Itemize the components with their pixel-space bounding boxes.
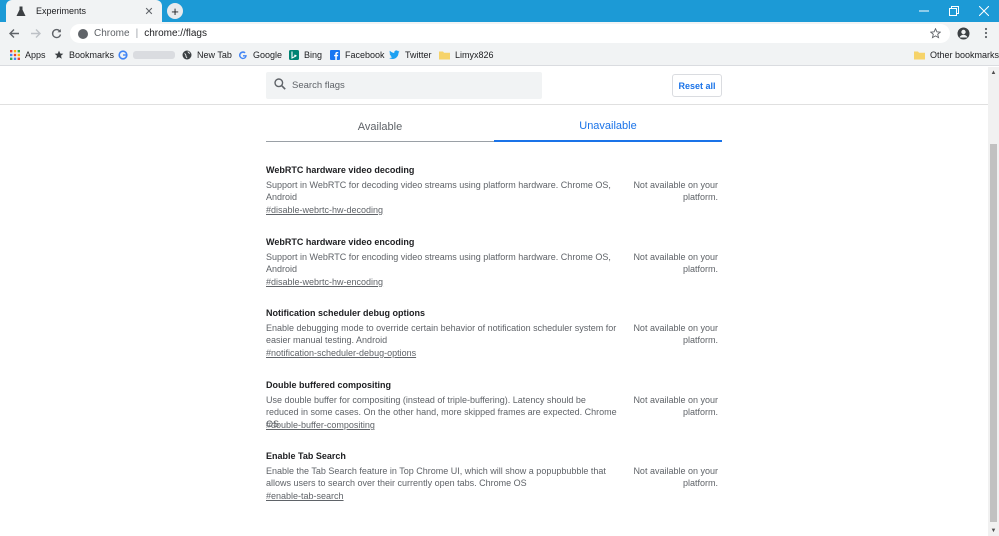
flag-permalink[interactable]: #disable-webrtc-hw-encoding [266, 277, 383, 287]
back-icon[interactable] [5, 24, 23, 42]
flag-status: Not available on your platform. [633, 323, 718, 345]
flag-permalink[interactable]: #enable-tab-search [266, 491, 344, 501]
flask-icon [14, 4, 28, 18]
bookmark-label: Apps [25, 50, 46, 60]
bing-icon [288, 50, 299, 61]
bookmark-label: Bing [304, 50, 323, 60]
bookmark-twitter[interactable]: Twitter [389, 48, 432, 62]
flag-permalink[interactable]: #notification-scheduler-debug-options [266, 348, 416, 358]
address-bar[interactable]: Chrome | chrome://flags [70, 24, 950, 43]
flag-status: Not available on your platform. [633, 252, 718, 274]
reload-icon[interactable] [47, 24, 65, 42]
tab-available[interactable]: Available [266, 112, 494, 142]
flag-title: WebRTC hardware video decoding [266, 165, 415, 175]
bookmark-google[interactable]: Google [237, 48, 282, 62]
google-icon [117, 50, 128, 61]
flag-status: Not available on your platform. [633, 180, 718, 202]
bookmark-label: Facebook [345, 50, 385, 60]
page-scrollbar[interactable]: ▲ ▼ [988, 67, 999, 536]
globe-icon [181, 50, 192, 61]
flags-tabs: Available Unavailable [266, 112, 722, 142]
star-icon [53, 50, 64, 61]
search-flags-box[interactable] [266, 72, 542, 99]
flag-item: Enable Tab Search Enable the Tab Search … [266, 451, 722, 501]
flag-title: Enable Tab Search [266, 451, 346, 461]
title-bar: Experiments ✕ + [0, 0, 999, 22]
omnibox-origin: Chrome [94, 28, 130, 39]
folder-icon [439, 50, 450, 61]
minimize-icon[interactable] [909, 0, 939, 22]
flag-permalink[interactable]: #disable-webrtc-hw-decoding [266, 205, 383, 215]
search-flags-input[interactable] [292, 80, 522, 91]
new-tab-button[interactable]: + [167, 3, 183, 19]
folder-icon [914, 50, 925, 61]
other-bookmarks-folder[interactable]: Other bookmarks [914, 48, 999, 62]
apps-grid-icon [9, 50, 20, 61]
google-icon [237, 50, 248, 61]
forward-icon[interactable] [26, 24, 44, 42]
bookmark-apps[interactable]: Apps [9, 48, 46, 62]
flag-status: Not available on your platform. [633, 395, 718, 417]
more-menu-icon[interactable] [977, 24, 995, 42]
omnibox-url[interactable]: chrome://flags [144, 28, 928, 39]
flags-page: Reset all Available Unavailable WebRTC h… [0, 67, 988, 536]
bookmark-label: Google [253, 50, 283, 60]
omnibox-separator: | [135, 28, 139, 39]
bookmark-folder-limyx826[interactable]: Limyx826 [439, 48, 494, 62]
flags-header: Reset all [0, 67, 988, 105]
search-icon [274, 77, 286, 95]
chrome-site-icon [78, 28, 88, 39]
reset-all-button[interactable]: Reset all [672, 74, 722, 97]
flag-item: WebRTC hardware video decoding Support i… [266, 165, 722, 215]
bookmark-label: Bookmarks [69, 50, 115, 60]
close-tab-icon[interactable]: ✕ [142, 5, 156, 18]
scroll-thumb[interactable] [990, 144, 997, 522]
close-window-icon[interactable] [969, 0, 999, 22]
tab-title: Experiments [36, 6, 87, 16]
facebook-icon [329, 50, 340, 61]
profile-avatar-icon[interactable] [954, 24, 972, 42]
tab-unavailable[interactable]: Unavailable [494, 112, 722, 142]
flag-description: Enable debugging mode to override certai… [266, 323, 617, 345]
flag-permalink[interactable]: #double-buffer-compositing [266, 420, 375, 430]
flag-description: Support in WebRTC for encoding video str… [266, 252, 611, 274]
scroll-up-arrow-icon[interactable]: ▲ [988, 67, 999, 78]
other-bookmarks-label: Other bookmarks [930, 50, 999, 60]
bookmark-label [133, 51, 175, 59]
bookmark-facebook[interactable]: Facebook [329, 48, 385, 62]
browser-tab[interactable]: Experiments ✕ [6, 0, 162, 22]
bookmark-bookmarks[interactable]: Bookmarks [53, 48, 114, 62]
twitter-icon [389, 50, 400, 61]
flag-item: WebRTC hardware video encoding Support i… [266, 237, 722, 287]
flag-status: Not available on your platform. [633, 466, 718, 488]
bookmark-new-tab[interactable]: New Tab [181, 48, 232, 62]
flag-item: Notification scheduler debug options Ena… [266, 308, 722, 358]
flag-title: Notification scheduler debug options [266, 308, 426, 318]
restore-icon[interactable] [939, 0, 969, 22]
flag-description: Enable the Tab Search feature in Top Chr… [266, 466, 606, 488]
bookmark-star-icon[interactable] [928, 27, 942, 41]
bookmark-google-blurred[interactable] [117, 48, 175, 62]
bookmark-label: Twitter [405, 50, 432, 60]
flag-title: WebRTC hardware video encoding [266, 237, 415, 247]
flag-title: Double buffered compositing [266, 380, 391, 390]
bookmarks-bar: Apps Bookmarks New Tab Google Bing Faceb… [0, 44, 999, 66]
bookmark-label: New Tab [197, 50, 232, 60]
bookmark-bing[interactable]: Bing [288, 48, 322, 62]
flag-description: Support in WebRTC for decoding video str… [266, 180, 611, 202]
flag-item: Double buffered compositing Use double b… [266, 380, 722, 430]
scroll-down-arrow-icon[interactable]: ▼ [988, 525, 999, 536]
bookmark-label: Limyx826 [455, 50, 494, 60]
browser-toolbar: Chrome | chrome://flags [0, 22, 999, 44]
